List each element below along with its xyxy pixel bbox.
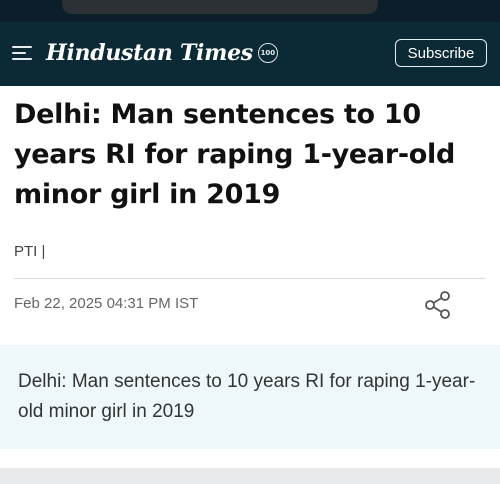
- site-header: Hindustan Times 100 Subscribe: [0, 22, 500, 86]
- article-dateline: Feb 22, 2025 04:31 PM IST: [14, 295, 199, 312]
- browser-pill: [62, 0, 378, 14]
- share-icon[interactable]: [423, 290, 453, 320]
- article-summary-box: Delhi: Man sentences to 10 years RI for …: [0, 345, 500, 449]
- anniversary-badge: 100: [257, 43, 278, 63]
- logo-text: Hindustan Times: [46, 40, 253, 66]
- subscribe-button[interactable]: Subscribe: [395, 39, 487, 67]
- site-logo[interactable]: Hindustan Times 100: [46, 38, 278, 68]
- hamburger-menu-icon[interactable]: [12, 45, 34, 61]
- divider: [14, 278, 486, 279]
- article-byline[interactable]: PTI |: [14, 243, 45, 260]
- status-strip: [0, 0, 500, 22]
- bottom-strip: [0, 468, 500, 484]
- article-summary: Delhi: Man sentences to 10 years RI for …: [18, 371, 476, 422]
- article-headline: Delhi: Man sentences to 10 years RI for …: [14, 99, 456, 210]
